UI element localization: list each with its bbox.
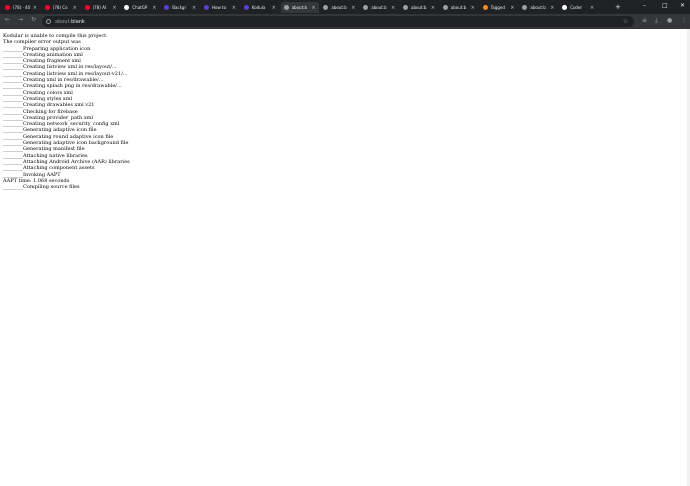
- tab-close-icon[interactable]: ×: [112, 5, 116, 11]
- tab-favicon-icon: [522, 5, 528, 10]
- tab-close-icon[interactable]: ×: [73, 5, 77, 11]
- tab-close-icon[interactable]: ×: [272, 5, 276, 11]
- tab-favicon-icon: [323, 5, 329, 10]
- browser-menu-icon[interactable]: ⋮: [681, 17, 687, 24]
- browser-tab[interactable]: ChatGP ×: [121, 2, 159, 13]
- tab-title: about:b: [450, 5, 467, 10]
- tab-favicon-icon: [44, 5, 50, 10]
- tab-favicon-icon: [403, 5, 408, 10]
- tab-strip: + – □ ✕ (78) · 40 × (78) Co × (78) AI × ChatGP…: [0, 0, 690, 14]
- browser-tab[interactable]: How to ×: [201, 2, 239, 13]
- compile-log: Kodular is unable to compile this projec…: [3, 33, 130, 190]
- profile-avatar-icon[interactable]: ●: [667, 17, 672, 24]
- browser-window: + – □ ✕ (78) · 40 × (78) Co × (78) AI × ChatGP…: [0, 0, 690, 486]
- tab-close-icon[interactable]: ×: [152, 5, 156, 11]
- tab-close-icon[interactable]: ×: [590, 5, 594, 11]
- tab-title: about:b: [530, 5, 546, 10]
- tab-favicon-icon: [562, 5, 568, 10]
- browser-tab[interactable]: about:b ×: [320, 2, 358, 13]
- log-line: ________Compiling source files: [3, 184, 80, 191]
- tab-title: How to: [212, 5, 227, 10]
- tab-title: about:b: [371, 5, 387, 10]
- tab-favicon-icon: [243, 5, 249, 10]
- browser-tab[interactable]: Kodula ×: [241, 2, 279, 13]
- tab-favicon-icon: [204, 5, 209, 10]
- tab-close-icon[interactable]: ×: [510, 5, 514, 11]
- tab-title: (78) AI: [92, 5, 106, 10]
- downloads-icon[interactable]: ⤓: [655, 17, 658, 25]
- log-line: ________Creating splash png in res/drawa…: [3, 83, 122, 90]
- tab-title: about:b: [291, 5, 308, 10]
- tab-close-icon[interactable]: ×: [33, 5, 37, 11]
- browser-tab[interactable]: about:b ×: [519, 2, 557, 13]
- tab-favicon-icon: [5, 5, 10, 10]
- tab-title: Kodula: [251, 5, 266, 10]
- page-content: Kodular is unable to compile this projec…: [0, 29, 690, 486]
- tab-title: Coder: [570, 5, 583, 10]
- tab-title: (78) Co: [52, 5, 68, 10]
- browser-tab[interactable]: about:b ×: [440, 2, 478, 13]
- tab-title: ChatGP: [132, 5, 148, 10]
- browser-tab[interactable]: (78) AI ×: [82, 2, 120, 13]
- tab-title: (78) · 40: [13, 5, 31, 10]
- address-bar[interactable]: about:blank ☆: [42, 16, 634, 27]
- browser-tab[interactable]: about:b ×: [360, 2, 398, 13]
- tab-title: about:b: [411, 5, 427, 10]
- extensions-icon[interactable]: ≡: [642, 17, 647, 24]
- tab-favicon-icon: [482, 5, 488, 10]
- tab-close-icon[interactable]: ×: [471, 5, 475, 11]
- tab-favicon-icon: [283, 5, 289, 10]
- new-tab-button[interactable]: +: [615, 3, 621, 11]
- tab-title: Tagged: [490, 5, 505, 10]
- reload-icon[interactable]: ↻: [31, 16, 36, 23]
- url-host: blank: [71, 18, 85, 25]
- browser-tab[interactable]: about:b ×: [280, 2, 319, 13]
- browser-tab[interactable]: (78) Co ×: [42, 2, 80, 13]
- tab-close-icon[interactable]: ×: [351, 5, 355, 11]
- url-scheme: about:: [55, 18, 72, 25]
- tab-favicon-icon: [124, 5, 130, 10]
- tab-title: Backgr: [172, 5, 187, 10]
- url-text[interactable]: about:blank: [55, 19, 85, 25]
- tab-close-icon[interactable]: ×: [550, 5, 554, 11]
- tab-favicon-icon: [442, 5, 448, 10]
- browser-tab[interactable]: Backgr ×: [161, 2, 199, 13]
- browser-tab[interactable]: Coder ×: [559, 2, 597, 13]
- browser-tab[interactable]: Tagged ×: [480, 2, 518, 13]
- site-info-icon[interactable]: [46, 19, 51, 24]
- close-window-icon[interactable]: ✕: [680, 2, 685, 9]
- maximize-icon[interactable]: □: [662, 2, 668, 9]
- tab-favicon-icon: [363, 5, 369, 10]
- browser-tab[interactable]: about:b ×: [400, 2, 438, 13]
- minimize-icon[interactable]: –: [643, 2, 646, 9]
- tab-close-icon[interactable]: ×: [192, 5, 196, 11]
- forward-icon[interactable]: →: [18, 16, 23, 23]
- tab-title: about:b: [331, 5, 347, 10]
- browser-tab[interactable]: (78) · 40 ×: [2, 2, 40, 13]
- tab-close-icon[interactable]: ×: [431, 5, 435, 11]
- back-icon[interactable]: ←: [5, 16, 10, 23]
- tab-favicon-icon: [164, 5, 170, 10]
- tab-favicon-icon: [84, 5, 90, 10]
- tab-close-icon[interactable]: ×: [391, 5, 395, 11]
- tab-close-icon[interactable]: ×: [232, 5, 236, 11]
- tab-close-icon[interactable]: ×: [311, 5, 315, 11]
- bookmark-star-icon[interactable]: ☆: [623, 18, 628, 25]
- log-line: ________Creating listview xml in res/lay…: [3, 64, 117, 71]
